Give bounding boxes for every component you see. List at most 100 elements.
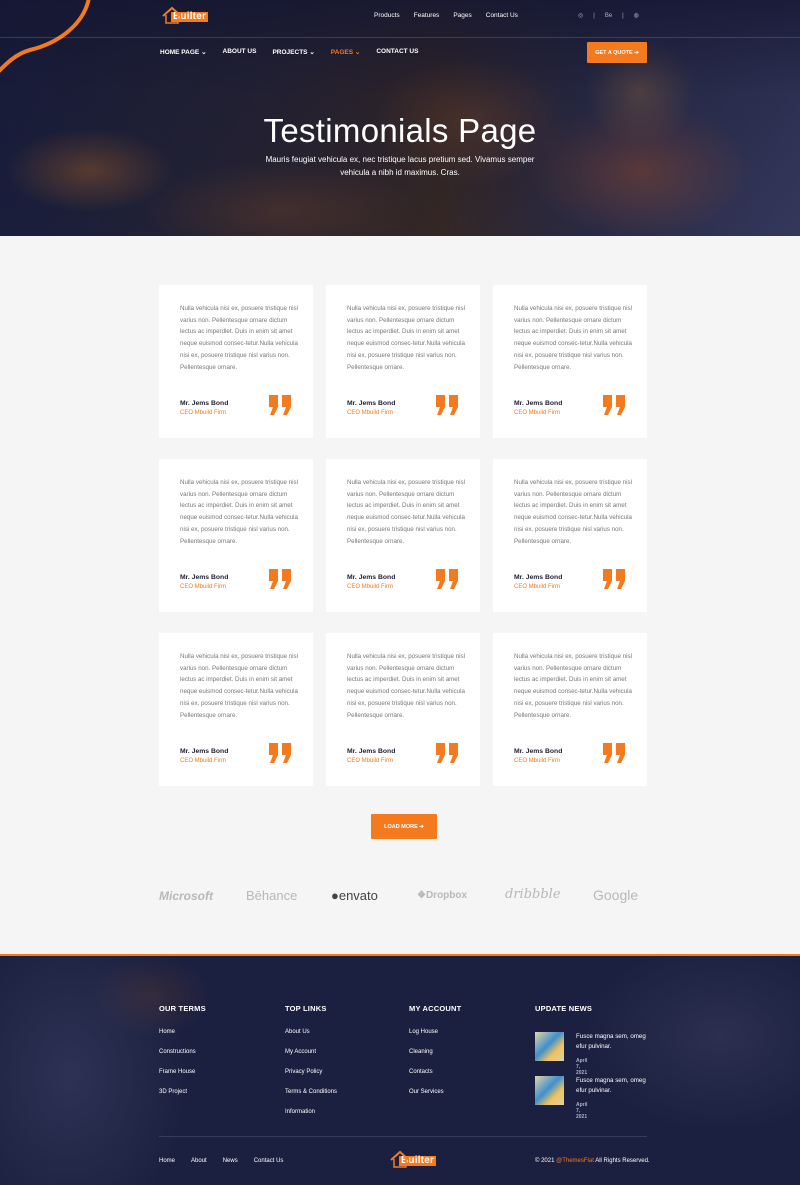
dribbble-icon[interactable]: ◍ [634, 12, 639, 19]
hero-banner: Builter Products Features Pages Contact … [0, 0, 800, 236]
author-name: Mr. Jems Bond [180, 574, 229, 581]
quote-icon [436, 395, 458, 415]
author-role: CEO Mbuild Firm [347, 410, 394, 416]
quote-icon [269, 569, 291, 589]
envato-logo[interactable]: ●envato [331, 888, 378, 903]
footer-link[interactable]: Information [285, 1109, 337, 1115]
nav-label: ABOUT US [222, 48, 257, 55]
quote-icon [436, 569, 458, 589]
testimonials-grid: Nulla vehicula nisi ex, posuere tristiqu… [159, 285, 647, 786]
chevron-down-icon: ⌄ [201, 49, 207, 56]
header-divider [0, 37, 800, 38]
footer-link[interactable]: Our Services [409, 1089, 461, 1095]
separator: | [622, 12, 624, 19]
behance-icon[interactable]: Be [605, 13, 612, 19]
footer-bottom-link-news[interactable]: News [223, 1158, 238, 1164]
load-more-button[interactable]: LOAD MORE ➔ [371, 814, 437, 839]
footer-link[interactable]: Frame House [159, 1069, 206, 1075]
footer-link[interactable]: My Account [285, 1049, 337, 1055]
testimonial-card: Nulla vehicula nisi ex, posuere tristiqu… [159, 459, 313, 612]
nav-label: PROJECTS [272, 49, 308, 56]
testimonial-card: Nulla vehicula nisi ex, posuere tristiqu… [326, 285, 480, 438]
author-role: CEO Mbuild Firm [347, 758, 394, 764]
nav-item-about-us[interactable]: ABOUT US [223, 48, 257, 56]
top-link-contact-us[interactable]: Contact Us [486, 12, 518, 19]
dropbox-logo[interactable]: ❖Dropbox [417, 890, 467, 901]
footer-column-update-news: UPDATE NEWS [535, 1004, 592, 1029]
page-title: Testimonials Page [263, 112, 537, 149]
behance-logo[interactable]: Bēhance [246, 888, 297, 903]
news-title[interactable]: Fusce magna sem, omeg efur pulvinar. [576, 1032, 651, 1052]
testimonial-card: Nulla vehicula nisi ex, posuere tristiqu… [159, 285, 313, 438]
footer-link[interactable]: Home [159, 1029, 206, 1035]
footer-column-title: MY ACCOUNT [409, 1004, 462, 1013]
nav-item-projects[interactable]: PROJECTS ⌄ [272, 48, 314, 56]
nav-label: HOME PAGE [160, 49, 200, 56]
news-thumbnail[interactable] [535, 1032, 564, 1061]
footer-column-title: OUR TERMS [159, 1004, 206, 1013]
author-name: Mr. Jems Bond [514, 574, 563, 581]
instagram-icon[interactable]: ◎ [578, 12, 583, 19]
news-date: April 7, 2021 [576, 1102, 588, 1120]
testimonial-text: Nulla vehicula nisi ex, posuere tristiqu… [514, 305, 632, 371]
top-social-links: ◎ | Be | ◍ [578, 12, 649, 20]
author-name: Mr. Jems Bond [347, 748, 396, 755]
quote-icon [603, 743, 625, 763]
testimonial-text: Nulla vehicula nisi ex, posuere tristiqu… [347, 479, 465, 545]
dribbble-logo[interactable]: dribbble [505, 887, 561, 902]
footer-divider [159, 1136, 647, 1137]
footer-link[interactable]: About Us [285, 1029, 337, 1035]
footer-link[interactable]: Contacts [409, 1069, 461, 1075]
footer-link[interactable]: Cleaning [409, 1049, 461, 1055]
top-links: Products Features Pages Contact Us [374, 12, 532, 19]
copyright-prefix: © 2021 [535, 1158, 557, 1164]
main-nav: HOME PAGE ⌄ ABOUT US PROJECTS ⌄ PAGES ⌄ … [160, 48, 434, 56]
copyright-suffix: All Rights Reserved. [593, 1158, 650, 1164]
microsoft-logo[interactable]: Microsoft [159, 889, 213, 903]
author-role: CEO Mbuild Firm [180, 758, 227, 764]
footer-column-our-terms: OUR TERMS Home Constructions Frame House… [159, 1004, 206, 1109]
nav-item-home-page[interactable]: HOME PAGE ⌄ [160, 48, 207, 56]
chevron-down-icon: ⌄ [354, 49, 361, 56]
author-role: CEO Mbuild Firm [347, 584, 394, 590]
footer-link[interactable]: Terms & Conditions [285, 1089, 337, 1095]
partner-logos: Microsoft Bēhance ●envato ❖Dropbox dribb… [159, 884, 649, 908]
footer-column-title: UPDATE NEWS [535, 1004, 593, 1013]
logo[interactable]: Builter [161, 6, 209, 24]
google-logo[interactable]: Google [593, 887, 638, 903]
footer-logo[interactable]: Builter [389, 1150, 437, 1168]
top-link-products[interactable]: Products [374, 12, 400, 19]
footer-link[interactable]: 3D Project [159, 1089, 206, 1095]
quote-icon [603, 395, 625, 415]
nav-label: PAGES [330, 49, 354, 56]
house-logo-icon [390, 1150, 410, 1168]
footer-link[interactable]: Log House [409, 1029, 461, 1035]
nav-label: CONTACT US [376, 48, 419, 55]
testimonial-card: Nulla vehicula nisi ex, posuere tristiqu… [326, 633, 480, 786]
footer-bottom-link-about[interactable]: About [191, 1158, 207, 1164]
footer-bottom-link-contact-us[interactable]: Contact Us [254, 1158, 284, 1164]
footer-bottom-link-home[interactable]: Home [159, 1158, 175, 1164]
footer-link[interactable]: Privacy Policy [285, 1069, 337, 1075]
testimonial-text: Nulla vehicula nisi ex, posuere tristiqu… [347, 653, 465, 719]
nav-item-contact-us[interactable]: CONTACT US [376, 48, 418, 56]
news-title[interactable]: Fusce magna sem, omeg efur pulvinar. [576, 1076, 651, 1096]
copyright-brand-link[interactable]: @ThemesFlat [556, 1158, 594, 1164]
testimonial-text: Nulla vehicula nisi ex, posuere tristiqu… [180, 653, 298, 719]
get-a-quote-button[interactable]: GET A QUOTE ➔ [587, 42, 647, 63]
footer-column-title: TOP LINKS [285, 1004, 327, 1013]
news-thumbnail[interactable] [535, 1076, 564, 1105]
author-name: Mr. Jems Bond [180, 748, 229, 755]
quote-icon [603, 569, 625, 589]
testimonial-card: Nulla vehicula nisi ex, posuere tristiqu… [493, 285, 647, 438]
footer-link[interactable]: Constructions [159, 1049, 206, 1055]
top-link-pages[interactable]: Pages [453, 12, 471, 19]
testimonial-text: Nulla vehicula nisi ex, posuere tristiqu… [514, 479, 632, 545]
top-link-features[interactable]: Features [414, 12, 440, 19]
author-name: Mr. Jems Bond [514, 748, 563, 755]
testimonial-text: Nulla vehicula nisi ex, posuere tristiqu… [180, 479, 298, 545]
testimonial-card: Nulla vehicula nisi ex, posuere tristiqu… [159, 633, 313, 786]
nav-item-pages[interactable]: PAGES ⌄ [331, 48, 361, 56]
author-name: Mr. Jems Bond [347, 400, 396, 407]
testimonial-card: Nulla vehicula nisi ex, posuere tristiqu… [493, 459, 647, 612]
